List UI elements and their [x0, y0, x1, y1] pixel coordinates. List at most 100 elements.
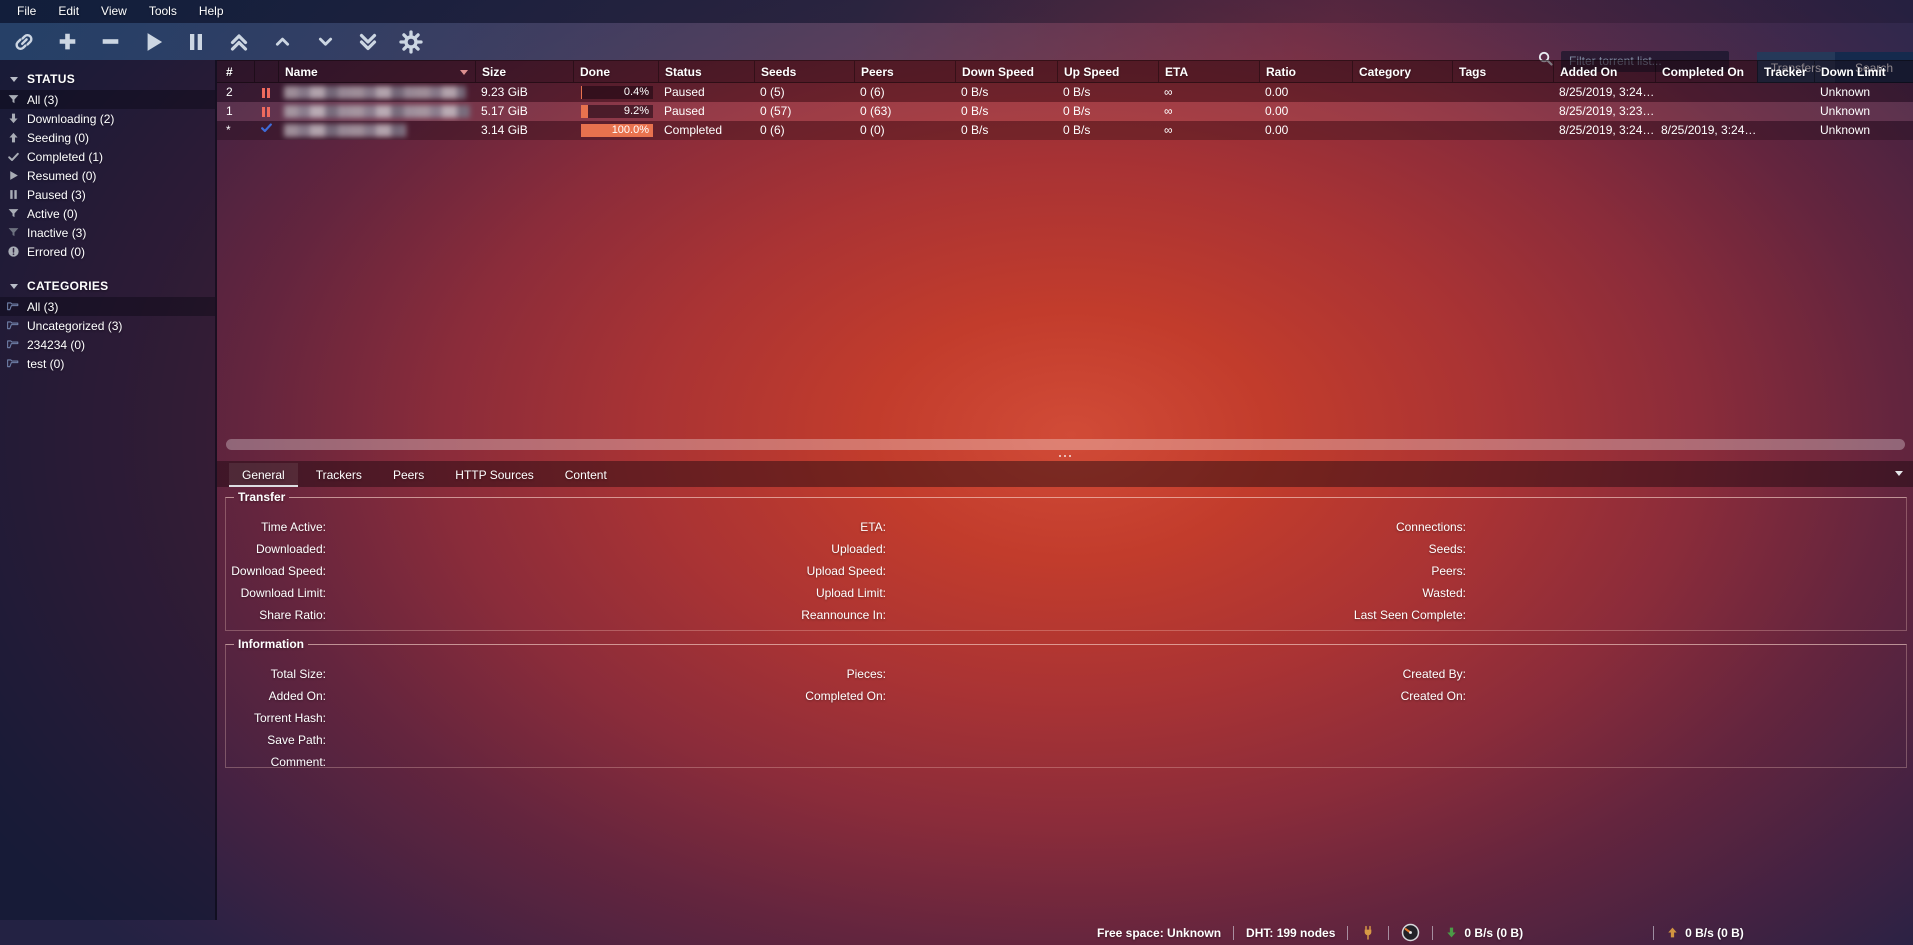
sort-desc-icon — [460, 70, 468, 75]
error-icon — [5, 245, 21, 258]
tab-trackers[interactable]: Trackers — [303, 463, 375, 487]
col-header-status[interactable]: Status — [658, 61, 754, 82]
col-header-category[interactable]: Category — [1352, 61, 1452, 82]
tab-content[interactable]: Content — [552, 463, 620, 487]
collapse-panel-icon[interactable] — [1895, 471, 1903, 476]
col-header-completed-on[interactable]: Completed On — [1655, 61, 1757, 82]
sidebar-category-all[interactable]: All (3) — [0, 297, 215, 316]
col-header-name[interactable]: Name — [278, 61, 475, 82]
information-legend: Information — [234, 637, 308, 651]
label-upload-speed: Upload Speed: — [786, 562, 886, 584]
sidebar-item-seeding[interactable]: Seeding (0) — [0, 128, 215, 147]
col-header-tracker[interactable]: Tracker — [1757, 61, 1814, 82]
information-section: Information Total Size: Added On: Torren… — [225, 637, 1907, 768]
label-reannounce-in: Reannounce In: — [786, 606, 886, 628]
progress-cell: 9.2% — [573, 102, 658, 121]
tab-peers[interactable]: Peers — [380, 463, 437, 487]
col-header-eta[interactable]: ETA — [1158, 61, 1259, 82]
label-added-on: Added On: — [226, 687, 326, 709]
menu-bar: File Edit View Tools Help — [0, 0, 1913, 23]
move-bottom-icon[interactable] — [354, 27, 382, 57]
progress-fill — [581, 105, 588, 118]
menu-file[interactable]: File — [6, 0, 47, 23]
collapse-arrow-icon — [10, 77, 18, 82]
label-connections: Connections: — [1346, 518, 1466, 540]
folder-icon — [5, 338, 21, 352]
move-down-icon[interactable] — [311, 27, 339, 57]
transfer-legend: Transfer — [234, 490, 289, 504]
pause-icon[interactable] — [182, 27, 210, 57]
status-section-header[interactable]: STATUS — [0, 68, 215, 90]
sidebar-category-uncategorized[interactable]: Uncategorized (3) — [0, 316, 215, 335]
tab-general[interactable]: General — [229, 463, 298, 487]
move-up-icon[interactable] — [268, 27, 296, 57]
toolbar: Transfers Search — [0, 23, 1913, 60]
sidebar-item-paused[interactable]: Paused (3) — [0, 185, 215, 204]
qbittorrent-webui: File Edit View Tools Help — [0, 0, 1913, 945]
panel-splitter-handle[interactable] — [217, 450, 1913, 461]
global-upload-speed[interactable]: 0 B/s (0 B) — [1666, 926, 1744, 940]
col-header-tags[interactable]: Tags — [1452, 61, 1553, 82]
table-header: # Name Size Done Status Seeds Peers Down… — [217, 60, 1913, 83]
col-header-state[interactable] — [254, 61, 278, 82]
col-header-ratio[interactable]: Ratio — [1259, 61, 1352, 82]
paused-state-icon — [262, 107, 270, 117]
col-header-seeds[interactable]: Seeds — [754, 61, 854, 82]
global-download-speed[interactable]: 0 B/s (0 B) — [1445, 926, 1523, 940]
col-header-number[interactable]: # — [217, 61, 254, 82]
download-arrow-icon — [5, 112, 21, 125]
tab-http-sources[interactable]: HTTP Sources — [442, 463, 546, 487]
detail-tab-bar: General Trackers Peers HTTP Sources Cont… — [217, 461, 1913, 487]
torrent-name-redacted — [278, 83, 475, 102]
link-icon[interactable] — [10, 27, 38, 57]
free-space: Free space: Unknown — [1097, 926, 1221, 940]
col-header-down-speed[interactable]: Down Speed — [955, 61, 1057, 82]
add-torrent-icon[interactable] — [53, 27, 81, 57]
col-header-up-speed[interactable]: Up Speed — [1057, 61, 1158, 82]
sidebar-item-inactive[interactable]: Inactive (3) — [0, 223, 215, 242]
menu-edit[interactable]: Edit — [47, 0, 90, 23]
col-header-done[interactable]: Done — [573, 61, 658, 82]
connection-plug-icon[interactable] — [1360, 925, 1376, 941]
folder-icon — [5, 319, 21, 333]
label-upload-limit: Upload Limit: — [786, 584, 886, 606]
categories-section-header[interactable]: CATEGORIES — [0, 275, 215, 297]
sidebar-item-downloading[interactable]: Downloading (2) — [0, 109, 215, 128]
col-header-peers[interactable]: Peers — [854, 61, 955, 82]
folder-icon — [5, 300, 21, 314]
menu-tools[interactable]: Tools — [138, 0, 188, 23]
col-header-size[interactable]: Size — [475, 61, 573, 82]
filter-dim-icon — [5, 226, 21, 239]
status-bar: Free space: Unknown DHT: 199 nodes 0 B/s — [0, 920, 1913, 945]
horizontal-scrollbar[interactable] — [226, 439, 1905, 450]
sidebar-item-all-status[interactable]: All (3) — [0, 90, 215, 109]
torrent-table: # Name Size Done Status Seeds Peers Down… — [217, 60, 1913, 140]
col-header-down-limit[interactable]: Down Limit — [1814, 61, 1913, 82]
alt-speed-gauge-icon[interactable] — [1401, 923, 1420, 942]
col-header-added-on[interactable]: Added On — [1553, 61, 1655, 82]
menu-view[interactable]: View — [90, 0, 138, 23]
label-save-path: Save Path: — [226, 731, 326, 753]
sidebar-item-completed[interactable]: Completed (1) — [0, 147, 215, 166]
check-icon — [5, 150, 21, 163]
options-icon[interactable] — [397, 27, 425, 57]
dht-nodes: DHT: 199 nodes — [1246, 926, 1335, 940]
delete-icon[interactable] — [96, 27, 124, 57]
label-torrent-hash: Torrent Hash: — [226, 709, 326, 731]
move-top-icon[interactable] — [225, 27, 253, 57]
resume-icon[interactable] — [139, 27, 167, 57]
label-created-by: Created By: — [1346, 665, 1466, 687]
sidebar-item-resumed[interactable]: Resumed (0) — [0, 166, 215, 185]
filter-icon — [5, 207, 21, 220]
sidebar-category-test[interactable]: test (0) — [0, 354, 215, 373]
label-created-on: Created On: — [1346, 687, 1466, 709]
menu-help[interactable]: Help — [188, 0, 235, 23]
sidebar-category-234234[interactable]: 234234 (0) — [0, 335, 215, 354]
table-row[interactable]: 2 9.23 GiB 0.4% Paused 0 (5) 0 (6) 0 B/s… — [217, 83, 1913, 102]
sidebar-item-errored[interactable]: Errored (0) — [0, 242, 215, 261]
pause-icon — [5, 188, 21, 201]
sidebar-item-active[interactable]: Active (0) — [0, 204, 215, 223]
table-row[interactable]: 1 5.17 GiB 9.2% Paused 0 (57) 0 (63) 0 B… — [217, 102, 1913, 121]
table-row[interactable]: * 3.14 GiB 100.0% Completed 0 (6) 0 (0) … — [217, 121, 1913, 140]
label-completed-on: Completed On: — [786, 687, 886, 709]
